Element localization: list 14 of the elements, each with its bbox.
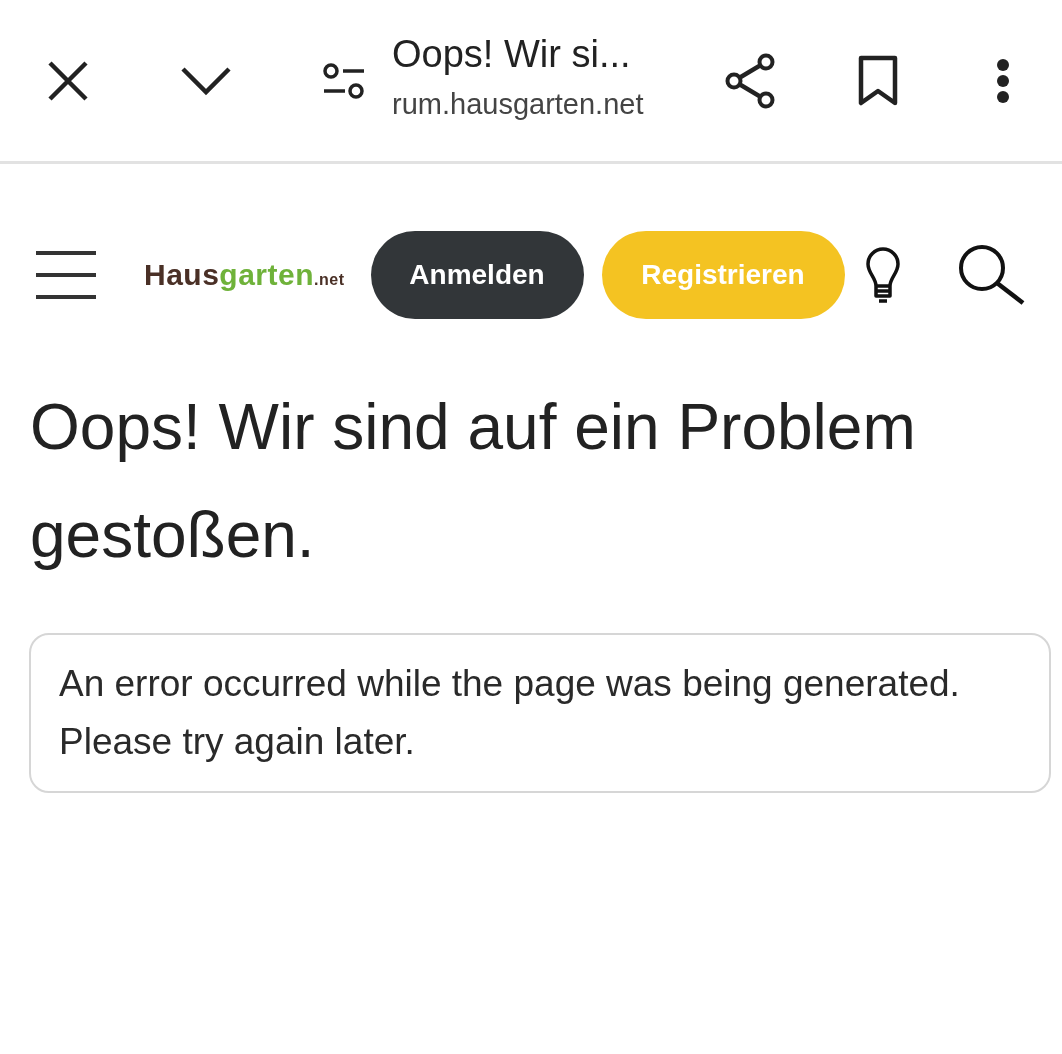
search-icon[interactable] (956, 244, 1027, 306)
menu-icon[interactable] (36, 251, 96, 299)
close-icon[interactable] (46, 58, 90, 103)
login-button[interactable]: Anmelden (370, 231, 584, 319)
page-title: Oops! Wir si... (392, 31, 632, 77)
page-heading: Oops! Wir sind auf ein Problem gestoßen. (30, 390, 917, 573)
bookmark-icon[interactable] (858, 54, 898, 107)
page-url[interactable]: rum.hausgarten.net (392, 83, 692, 124)
settings-icon[interactable] (322, 62, 366, 99)
error-message: An error occurred while the page was being generated. Please try again later. (59, 662, 961, 764)
site-logo[interactable]: Hausgarten.net (144, 258, 345, 292)
chevron-down-icon[interactable] (180, 65, 232, 96)
lightbulb-icon[interactable] (864, 246, 901, 304)
more-icon[interactable] (996, 57, 1010, 104)
